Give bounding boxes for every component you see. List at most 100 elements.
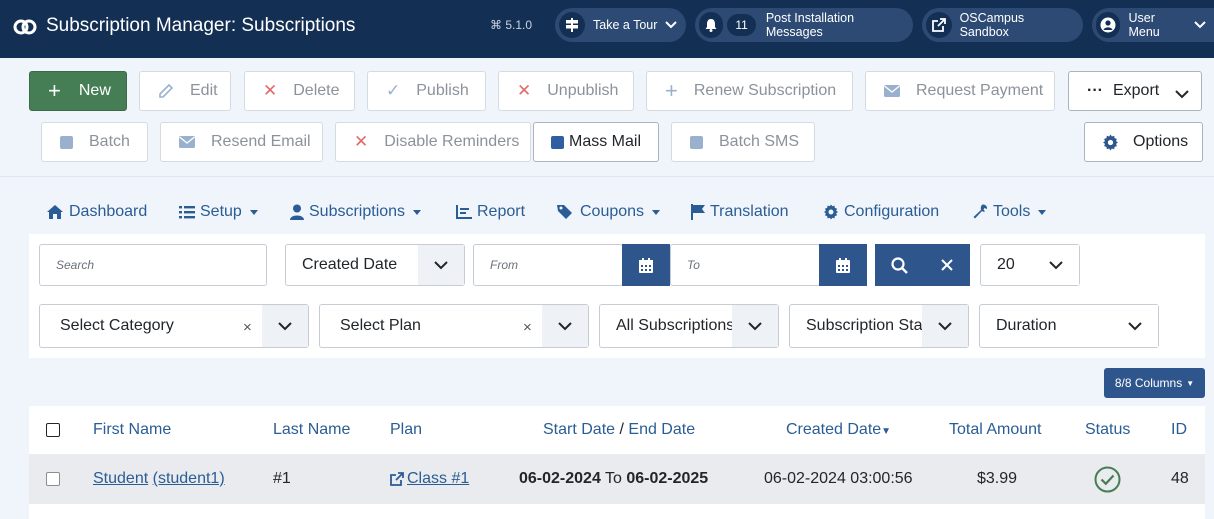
export-dropdown[interactable]: ··· Export — [1068, 71, 1202, 111]
section-divider — [0, 176, 1214, 177]
cell-created-date: 06-02-2024 03:00:56 — [764, 470, 913, 487]
search-icon — [890, 256, 908, 274]
request-payment-button[interactable]: Request Payment — [865, 71, 1055, 111]
square-icon — [60, 135, 73, 149]
chevron-down-icon — [665, 18, 678, 32]
nav-configuration[interactable]: Configuration — [823, 203, 939, 221]
disable-reminders-button[interactable]: ✕ Disable Reminders — [335, 122, 531, 162]
unpublish-label: Unpublish — [547, 82, 619, 99]
post-installation-label: Post Installation Messages — [765, 11, 855, 39]
nav-setup[interactable]: Setup — [179, 203, 258, 221]
resend-email-label: Resend Email — [211, 133, 311, 150]
from-calendar-button[interactable] — [622, 244, 670, 286]
resend-email-button[interactable]: Resend Email — [160, 122, 323, 162]
external-link-icon — [390, 472, 404, 486]
nav-translation[interactable]: Translation — [691, 203, 789, 221]
square-icon — [551, 135, 564, 149]
chevron-down-icon — [732, 305, 778, 347]
subscription-status-select[interactable]: Subscription Status — [789, 304, 969, 348]
plan-value: Select Plan — [340, 317, 421, 334]
to-separator: To — [605, 470, 622, 487]
external-link-icon — [926, 12, 952, 38]
caret-down-icon: ▼ — [1186, 378, 1195, 388]
nav-subscriptions[interactable]: Subscriptions — [290, 203, 422, 221]
plan-link[interactable]: Class #1 — [407, 470, 469, 488]
mass-mail-label: Mass Mail — [569, 133, 642, 150]
joomla-logo-icon[interactable] — [12, 14, 38, 40]
col-id[interactable]: ID — [1171, 421, 1187, 439]
batch-sms-button[interactable]: Batch SMS — [671, 122, 815, 162]
username-link[interactable]: (student1) — [153, 470, 225, 487]
cell-first-name: Student (student1) — [93, 470, 225, 488]
to-calendar-button[interactable] — [819, 244, 867, 286]
renew-subscription-button[interactable]: + Renew Subscription — [646, 71, 853, 111]
chevron-down-icon — [1112, 305, 1158, 347]
columns-toggle-button[interactable]: 8/8 Columns ▼ — [1104, 368, 1205, 398]
delete-button[interactable]: ✕ Delete — [244, 71, 355, 111]
search-input[interactable]: Search — [39, 244, 267, 286]
renew-label: Renew Subscription — [693, 82, 837, 99]
list-icon — [179, 206, 195, 219]
nav-subscriptions-label: Subscriptions — [309, 203, 406, 220]
sort-desc-icon: ▼ — [881, 426, 892, 437]
site-name-label: OSCampus Sandbox — [959, 11, 1025, 39]
first-name-link[interactable]: Student — [93, 470, 148, 487]
select-all-checkbox[interactable] — [46, 423, 60, 437]
col-status[interactable]: Status — [1085, 421, 1130, 439]
clear-button[interactable] — [923, 244, 970, 286]
col-created-date[interactable]: Created Date▼ — [786, 421, 891, 439]
date-field-select[interactable]: Created Date — [285, 244, 465, 286]
col-first-name[interactable]: First Name — [93, 421, 171, 439]
nav-coupons[interactable]: Coupons — [557, 203, 661, 221]
col-start-date[interactable]: Start Date — [543, 421, 615, 438]
duration-select[interactable]: Duration — [979, 304, 1159, 348]
plan-select[interactable]: Select Plan × — [319, 304, 589, 348]
col-last-name[interactable]: Last Name — [273, 421, 350, 439]
status-published-icon[interactable] — [1094, 466, 1121, 498]
options-button[interactable]: Options — [1084, 122, 1203, 162]
from-date-input[interactable]: From — [473, 244, 623, 286]
row-checkbox[interactable] — [46, 472, 60, 486]
batch-label: Batch — [89, 133, 130, 150]
disable-reminders-label: Disable Reminders — [384, 133, 520, 150]
site-link-button[interactable]: OSCampus Sandbox — [922, 8, 1083, 42]
square-icon — [690, 135, 703, 149]
clear-icon[interactable]: × — [523, 319, 532, 336]
nav-tools-label: Tools — [993, 203, 1031, 220]
col-end-date[interactable]: End Date — [628, 421, 695, 438]
publish-button[interactable]: ✓ Publish — [367, 71, 486, 111]
category-select[interactable]: Select Category × — [39, 304, 309, 348]
limit-select[interactable]: 20 — [980, 244, 1080, 286]
from-placeholder: From — [490, 258, 518, 272]
nav-translation-label: Translation — [710, 203, 789, 220]
batch-button[interactable]: Batch — [41, 122, 148, 162]
col-plan[interactable]: Plan — [390, 421, 422, 439]
calendar-icon — [836, 257, 850, 273]
nav-report[interactable]: Report — [456, 203, 525, 221]
unpublish-button[interactable]: ✕ Unpublish — [498, 71, 634, 111]
subscriptions-type-select[interactable]: All Subscriptions — [599, 304, 779, 348]
export-label: Export — [1112, 82, 1160, 99]
col-total-amount[interactable]: Total Amount — [949, 421, 1042, 439]
start-date-value: 06-02-2024 — [519, 470, 601, 487]
to-date-input[interactable]: To — [670, 244, 820, 286]
post-installation-messages-button[interactable]: 11 Post Installation Messages — [695, 8, 913, 42]
nav-setup-label: Setup — [200, 203, 242, 220]
take-tour-button[interactable]: Take a Tour — [555, 8, 686, 42]
new-label: New — [78, 82, 111, 99]
edit-label: Edit — [190, 82, 218, 99]
user-menu-button[interactable]: User Menu — [1092, 8, 1214, 42]
mass-mail-button[interactable]: Mass Mail — [533, 122, 659, 162]
delete-label: Delete — [293, 82, 340, 99]
nav-tools[interactable]: Tools — [972, 203, 1047, 221]
edit-button[interactable]: Edit — [139, 71, 231, 111]
nav-dashboard[interactable]: Dashboard — [46, 203, 147, 221]
search-button[interactable] — [875, 244, 923, 286]
chevron-down-icon — [542, 305, 588, 347]
new-button[interactable]: + New — [29, 71, 127, 111]
nav-report-label: Report — [477, 203, 526, 220]
clear-icon[interactable]: × — [243, 319, 252, 336]
take-tour-label: Take a Tour — [593, 18, 658, 32]
caret-down-icon — [652, 209, 661, 215]
flag-icon — [691, 204, 705, 220]
